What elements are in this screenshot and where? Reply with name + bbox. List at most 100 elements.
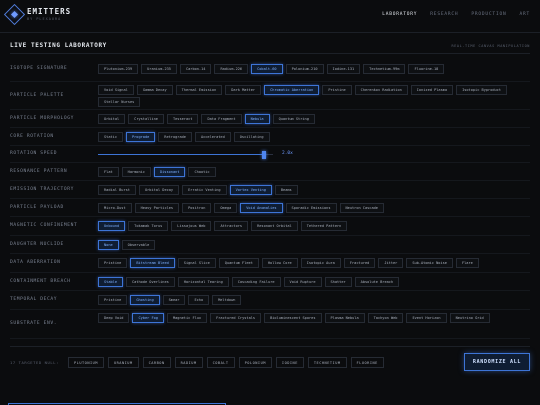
option-cherenkov-radiation-button[interactable]: Cherenkov Radiation	[354, 84, 408, 95]
option-event-horizon-button[interactable]: Event Horizon	[406, 313, 447, 323]
emitter-logo-icon[interactable]	[3, 3, 26, 26]
option-smear-button[interactable]: Smear	[162, 295, 186, 305]
option-sub-atomic-noise-button[interactable]: Sub-Atomic Noise	[406, 258, 453, 268]
option-tethered-pattern-button[interactable]: Tethered Pattern	[300, 221, 348, 231]
option-horizontal-tearing-button[interactable]: Horizontal Tearing	[177, 276, 229, 287]
option-cobalt-60-button[interactable]: Cobalt-60	[251, 64, 283, 74]
target-chip-technetium[interactable]: TECHNETIUM	[307, 357, 347, 368]
option-radium-226-button[interactable]: Radium-226	[214, 64, 249, 74]
nav-laboratory[interactable]: LABORATORY	[382, 12, 417, 17]
option-nebula-button[interactable]: Nebula	[244, 113, 270, 124]
option-bioluminescent-spores-button[interactable]: Bioluminescent Spores	[264, 313, 322, 323]
target-chip-cobalt[interactable]: COBALT	[206, 357, 235, 368]
option-flare-button[interactable]: Flare	[455, 258, 479, 268]
randomize-all-button[interactable]: RANDOMIZE ALL	[464, 353, 530, 371]
option-lissajous-web-button[interactable]: Lissajous Web	[171, 221, 212, 231]
option-none-button[interactable]: None	[98, 239, 119, 250]
option-plasma-nebula-button[interactable]: Plasma Nebula	[324, 313, 365, 323]
option-tesseract-button[interactable]: Tesseract	[166, 113, 199, 124]
target-chip-uranium[interactable]: URANIUM	[107, 357, 139, 368]
option-micro-dust-button[interactable]: Micro-Dust	[98, 202, 132, 213]
option-neutrino-grid-button[interactable]: Neutrino Grid	[449, 313, 490, 323]
option-deep-void-button[interactable]: Deep Void	[98, 313, 130, 323]
option-pristine-button[interactable]: Pristine	[98, 295, 128, 305]
target-chip-fluorine[interactable]: FLUORINE	[350, 357, 384, 368]
option-technetium-99m-button[interactable]: Technetium-99m	[363, 64, 406, 74]
option-orbital-decay-button[interactable]: Orbital Decay	[138, 184, 180, 195]
option-void-anomalies-button[interactable]: Void Anomalies	[240, 202, 283, 213]
nav-art[interactable]: ART	[519, 12, 530, 17]
option-meltdown-button[interactable]: Meltdown	[212, 295, 242, 305]
option-pristine-button[interactable]: Pristine	[322, 84, 352, 95]
nav-production[interactable]: PRODUCTION	[471, 12, 506, 17]
target-chip-plutonium[interactable]: PLUTONIUM	[68, 357, 104, 368]
option-prograde-button[interactable]: Prograde	[125, 131, 156, 142]
option-omega-button[interactable]: Omega	[214, 202, 238, 213]
target-chip-polonium[interactable]: POLONIUM	[238, 357, 272, 368]
option-chaotic-button[interactable]: Chaotic	[188, 166, 216, 177]
option-cathode-overlines-button[interactable]: Cathode Overlines	[125, 276, 175, 287]
option-oscillating-button[interactable]: Oscillating	[233, 131, 270, 142]
slider-handle[interactable]	[262, 150, 267, 159]
option-heavy-particles-button[interactable]: Heavy Particles	[134, 202, 180, 213]
option-thermal-emission-button[interactable]: Thermal Emission	[175, 84, 223, 95]
option-cyber-fog-button[interactable]: Cyber Fog	[132, 313, 164, 323]
option-ghosting-button[interactable]: Ghosting	[130, 295, 160, 305]
option-dissonant-button[interactable]: Dissonant	[153, 166, 186, 177]
option-sporadic-emissions-button[interactable]: Sporadic Emissions	[285, 202, 337, 213]
option-fluorine-18-button[interactable]: Fluorine-18	[408, 64, 445, 74]
option-isotopic-aura-button[interactable]: Isotopic Aura	[300, 258, 341, 268]
option-retrograde-button[interactable]: Retrograde	[158, 131, 192, 142]
option-attractors-button[interactable]: Attractors	[214, 221, 249, 231]
option-iodine-131-button[interactable]: Iodine-131	[326, 64, 361, 74]
brand-name[interactable]: EMITTERS	[27, 7, 71, 16]
option-ionized-plasma-button[interactable]: Ionized Plasma	[410, 84, 454, 95]
option-observable-button[interactable]: Observable	[121, 239, 156, 250]
option-chromatic-aberration-button[interactable]: Chromatic Aberration	[264, 84, 320, 95]
option-vortex-venting-button[interactable]: Vortex Venting	[229, 184, 272, 195]
option-carbon-14-button[interactable]: Carbon-14	[179, 64, 212, 74]
option-quantum-fleet-button[interactable]: Quantum Fleet	[218, 258, 259, 268]
option-unbound-button[interactable]: Unbound	[98, 221, 126, 231]
option-dark-matter-button[interactable]: Dark Matter	[225, 84, 262, 95]
option-static-button[interactable]: Static	[98, 131, 123, 142]
nav-research[interactable]: RESEARCH	[430, 12, 458, 17]
option-void-rupture-button[interactable]: Void Rupture	[283, 276, 322, 287]
rotation-speed-slider[interactable]	[98, 150, 273, 159]
option-uranium-235-button[interactable]: Uranium-235	[141, 64, 177, 74]
option-jitter-button[interactable]: Jitter	[378, 258, 404, 268]
option-echo-button[interactable]: Echo	[188, 295, 210, 305]
option-neutron-cascade-button[interactable]: Neutron Cascade	[339, 202, 384, 213]
option-hollow-core-button[interactable]: Hollow Core	[261, 258, 298, 268]
option-stable-button[interactable]: Stable	[98, 276, 123, 287]
option-orbital-button[interactable]: Orbital	[98, 113, 126, 124]
option-gamma-decay-button[interactable]: Gamma Decay	[136, 84, 173, 95]
option-erratic-venting-button[interactable]: Erratic Venting	[182, 184, 227, 195]
option-beams-button[interactable]: Beams	[274, 184, 298, 195]
option-isotopic-byproduct-button[interactable]: Isotopic Byproduct	[456, 84, 508, 95]
option-absolute-breach-button[interactable]: Absolute Breach	[354, 276, 400, 287]
option-flat-button[interactable]: Flat	[98, 166, 119, 177]
option-signal-slice-button[interactable]: Signal Slice	[177, 258, 216, 268]
option-resonant-orbital-button[interactable]: Resonant Orbital	[251, 221, 298, 231]
option-stellar-nurses-button[interactable]: Stellar Nurses	[98, 96, 141, 107]
option-fractured-button[interactable]: Fractured	[343, 258, 376, 268]
option-positron-button[interactable]: Positron	[182, 202, 212, 213]
target-chip-iodine[interactable]: IODINE	[275, 357, 304, 368]
option-plutonium-239-button[interactable]: Plutonium-239	[98, 64, 139, 74]
option-tachyon-web-button[interactable]: Tachyon Web	[367, 313, 404, 323]
option-data-fragment-button[interactable]: Data Fragment	[201, 113, 242, 124]
option-quantum-string-button[interactable]: Quantum String	[272, 113, 315, 124]
option-pristine-button[interactable]: Pristine	[98, 258, 128, 268]
option-shatter-button[interactable]: Shatter	[324, 276, 352, 287]
option-harmonic-button[interactable]: Harmonic	[121, 166, 151, 177]
option-polonium-210-button[interactable]: Polonium-210	[285, 64, 324, 74]
target-chip-radium[interactable]: RADIUM	[174, 357, 203, 368]
option-bitstream-bleed-button[interactable]: Bitstream Bleed	[130, 258, 175, 268]
option-fractured-crystals-button[interactable]: Fractured Crystals	[210, 313, 262, 323]
option-void-signal-button[interactable]: Void Signal	[98, 84, 134, 95]
option-crystalline-button[interactable]: Crystalline	[128, 113, 164, 124]
target-chip-carbon[interactable]: CARBON	[142, 357, 171, 368]
option-cascading-failure-button[interactable]: Cascading Failure	[231, 276, 281, 287]
option-tokamak-torus-button[interactable]: Tokamak Torus	[128, 221, 169, 231]
